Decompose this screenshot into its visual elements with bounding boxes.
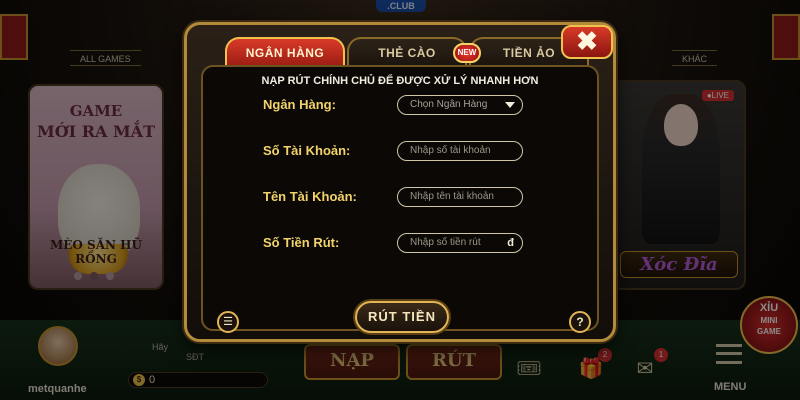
bank-select-value: Chọn Ngân Hàng [410,99,488,110]
amount-placeholder: Nhập số tiền rút [410,237,481,248]
account-name-row: Tên Tài Khoản: Nhập tên tài khoản [263,187,563,209]
close-icon: ✖ [576,26,598,56]
help-icon[interactable]: ? [569,311,591,333]
amount-row: Số Tiền Rút: Nhập số tiền rút đ [263,233,563,255]
withdraw-dialog: NGÂN HÀNG THẺ CÀO TIỀN ẢO NEW ✖ NẠP RÚT … [184,22,616,342]
account-number-label: Số Tài Khoản: [263,143,351,158]
amount-label: Số Tiền Rút: [263,235,340,250]
history-icon[interactable]: ☰ [217,311,239,333]
account-number-row: Số Tài Khoản: Nhập số tài khoản [263,141,563,163]
account-name-input[interactable]: Nhập tên tài khoản [397,187,523,207]
tab-bank[interactable]: NGÂN HÀNG [225,37,345,67]
amount-input[interactable]: Nhập số tiền rút đ [397,233,523,253]
chevron-down-icon [505,102,515,108]
tab-card[interactable]: THẺ CÀO [347,37,467,67]
close-button[interactable]: ✖ [561,25,613,59]
notice-text: NẠP RÚT CHÍNH CHỦ ĐỂ ĐƯỢC XỬ LÝ NHANH HƠ… [261,75,539,87]
withdraw-form-panel: NẠP RÚT CHÍNH CHỦ ĐỂ ĐƯỢC XỬ LÝ NHANH HƠ… [201,65,599,333]
bank-select[interactable]: Chọn Ngân Hàng [397,95,523,115]
currency-symbol: đ [507,237,514,249]
account-name-label: Tên Tài Khoản: [263,189,357,204]
bank-label: Ngân Hàng: [263,97,336,112]
withdraw-submit-button[interactable]: RÚT TIỀN [355,301,449,333]
account-number-input[interactable]: Nhập số tài khoản [397,141,523,161]
bank-row: Ngân Hàng: Chọn Ngân Hàng [263,95,563,117]
new-badge: NEW [453,43,481,63]
